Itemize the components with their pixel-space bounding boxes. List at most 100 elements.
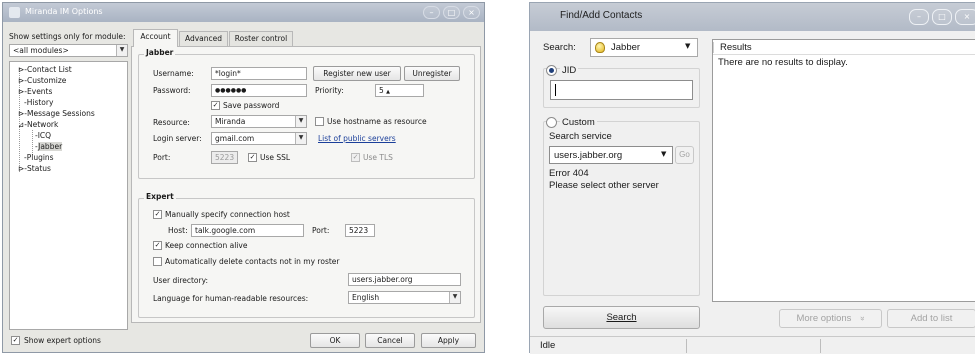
results-header[interactable]: Results	[713, 40, 975, 55]
unregister-button[interactable]: Unregister	[404, 66, 460, 81]
login-server-value: gmail.com	[215, 134, 255, 143]
keep-alive-label: Keep connection alive	[165, 241, 248, 250]
window-title: Find/Add Contacts	[560, 10, 643, 21]
tree-item-status[interactable]: ⊳-Status	[18, 164, 51, 173]
app-icon	[9, 7, 20, 18]
host-input[interactable]: talk.google.com	[191, 224, 304, 237]
close-button[interactable]: ×	[463, 6, 480, 19]
results-list[interactable]: Results There are no results to display.	[712, 39, 975, 302]
resource-value: Miranda	[215, 117, 246, 126]
chevron-down-icon: ▼	[116, 45, 127, 56]
double-chevron-icon: «	[857, 316, 867, 321]
tab-advanced[interactable]: Advanced	[179, 31, 228, 46]
custom-radio[interactable]	[546, 117, 557, 128]
tree-item-history[interactable]: -History	[24, 98, 53, 107]
use-tls-label: Use TLS	[363, 153, 393, 162]
tree-item-events[interactable]: ⊳-Events	[18, 87, 52, 96]
password-input[interactable]: ●●●●●●	[211, 84, 307, 97]
more-options-button[interactable]: More options «	[779, 309, 882, 328]
jid-label: JID	[560, 65, 579, 76]
tree-item-network[interactable]: ⊿-Network	[18, 120, 58, 129]
username-input[interactable]: *login*	[211, 67, 307, 80]
tree-item-icq[interactable]: -ICQ	[35, 131, 51, 140]
priority-label: Priority:	[315, 86, 344, 95]
tab-roster-control[interactable]: Roster control	[229, 31, 293, 46]
module-select-value: <all modules>	[13, 46, 69, 55]
resource-label: Resource:	[153, 118, 190, 127]
password-label: Password:	[153, 86, 191, 95]
header-divider	[713, 42, 714, 53]
use-hostname-checkbox[interactable]	[315, 117, 324, 126]
status-bar: Idle	[530, 336, 975, 354]
tab-account[interactable]: Account	[133, 29, 178, 47]
host-label: Host:	[168, 226, 188, 235]
chevron-down-icon: ▼	[449, 292, 460, 303]
tree-item-customize[interactable]: ⊳-Customize	[18, 76, 66, 85]
jabber-bulb-icon	[595, 42, 605, 53]
options-window: Miranda IM Options – □ × Show settings o…	[2, 2, 485, 353]
priority-value: 5	[379, 86, 384, 95]
save-password-checkbox[interactable]: ✓	[211, 101, 220, 110]
go-button[interactable]: Go	[675, 146, 694, 164]
chevron-down-icon: ▼	[295, 133, 306, 144]
priority-input[interactable]: 5 ▲▼	[375, 84, 424, 97]
ok-button[interactable]: OK	[310, 333, 360, 348]
search-service-value: users.jabber.org	[554, 150, 623, 161]
manual-host-checkbox[interactable]: ✓	[153, 210, 162, 219]
window-title: Miranda IM Options	[25, 7, 103, 16]
chevron-down-icon: ▼	[295, 116, 306, 127]
search-button[interactable]: Search	[543, 306, 700, 329]
language-value: English	[352, 293, 380, 302]
use-hostname-label: Use hostname as resource	[327, 117, 427, 126]
auto-delete-label: Automatically delete contacts not in my …	[165, 257, 340, 266]
add-to-list-button[interactable]: Add to list	[887, 309, 975, 328]
search-service-select[interactable]: users.jabber.org ▼	[549, 146, 673, 164]
tree-item-contact-list[interactable]: ⊳-Contact List	[18, 65, 72, 74]
port-input[interactable]: 5223	[211, 151, 238, 164]
login-server-select[interactable]: gmail.com ▼	[211, 132, 307, 145]
results-empty-text: There are no results to display.	[718, 57, 848, 68]
expert-group-title: Expert	[144, 192, 176, 201]
public-servers-link[interactable]: List of public servers	[318, 134, 396, 143]
module-select[interactable]: <all modules> ▼	[9, 44, 128, 57]
maximize-button[interactable]: □	[932, 9, 952, 25]
language-select[interactable]: English ▼	[348, 291, 461, 304]
minimize-button[interactable]: –	[423, 6, 440, 19]
account-tab-panel: Jabber Username: *login* Register new us…	[131, 46, 481, 323]
search-protocol-select[interactable]: Jabber ▼	[590, 38, 698, 57]
jabber-group-title: Jabber	[144, 48, 176, 57]
auto-delete-checkbox[interactable]	[153, 257, 162, 266]
resource-select[interactable]: Miranda ▼	[211, 115, 307, 128]
search-button-label: Search	[606, 312, 637, 323]
user-directory-input[interactable]: users.jabber.org	[348, 273, 461, 286]
status-separator	[820, 339, 821, 353]
expert-port-input[interactable]: 5223	[345, 224, 375, 237]
jid-input[interactable]	[550, 80, 693, 100]
apply-button[interactable]: Apply	[421, 333, 476, 348]
tree-item-message-sessions[interactable]: ⊳-Message Sessions	[18, 109, 95, 118]
show-expert-checkbox[interactable]: ✓	[11, 336, 20, 345]
cancel-button[interactable]: Cancel	[365, 333, 415, 348]
tree-item-jabber[interactable]: -Jabber	[35, 142, 63, 151]
error-code-text: Error 404	[549, 168, 589, 179]
jid-radio[interactable]	[546, 65, 557, 76]
text-cursor	[555, 84, 556, 96]
language-label: Language for human-readable resources:	[153, 294, 309, 303]
maximize-button[interactable]: □	[443, 6, 460, 19]
login-server-label: Login server:	[153, 134, 202, 143]
use-tls-checkbox[interactable]: ✓	[351, 153, 360, 162]
register-new-user-button[interactable]: Register new user	[313, 66, 401, 81]
minimize-button[interactable]: –	[909, 9, 929, 25]
search-protocol-label: Search:	[543, 42, 576, 53]
show-expert-label: Show expert options	[24, 336, 101, 345]
search-protocol-value: Jabber	[611, 42, 641, 53]
tree-item-plugins[interactable]: -Plugins	[24, 153, 54, 162]
user-directory-label: User directory:	[153, 276, 209, 285]
find-contacts-window: Find/Add Contacts – □ × Search: Jabber ▼…	[529, 2, 975, 354]
use-ssl-label: Use SSL	[260, 153, 291, 162]
keep-alive-checkbox[interactable]: ✓	[153, 241, 162, 250]
settings-tree: ⊳-Contact List ⊳-Customize ⊳-Events -His…	[9, 61, 128, 330]
use-ssl-checkbox[interactable]: ✓	[248, 153, 257, 162]
close-button[interactable]: ×	[955, 9, 975, 25]
port-label: Port:	[153, 153, 171, 162]
